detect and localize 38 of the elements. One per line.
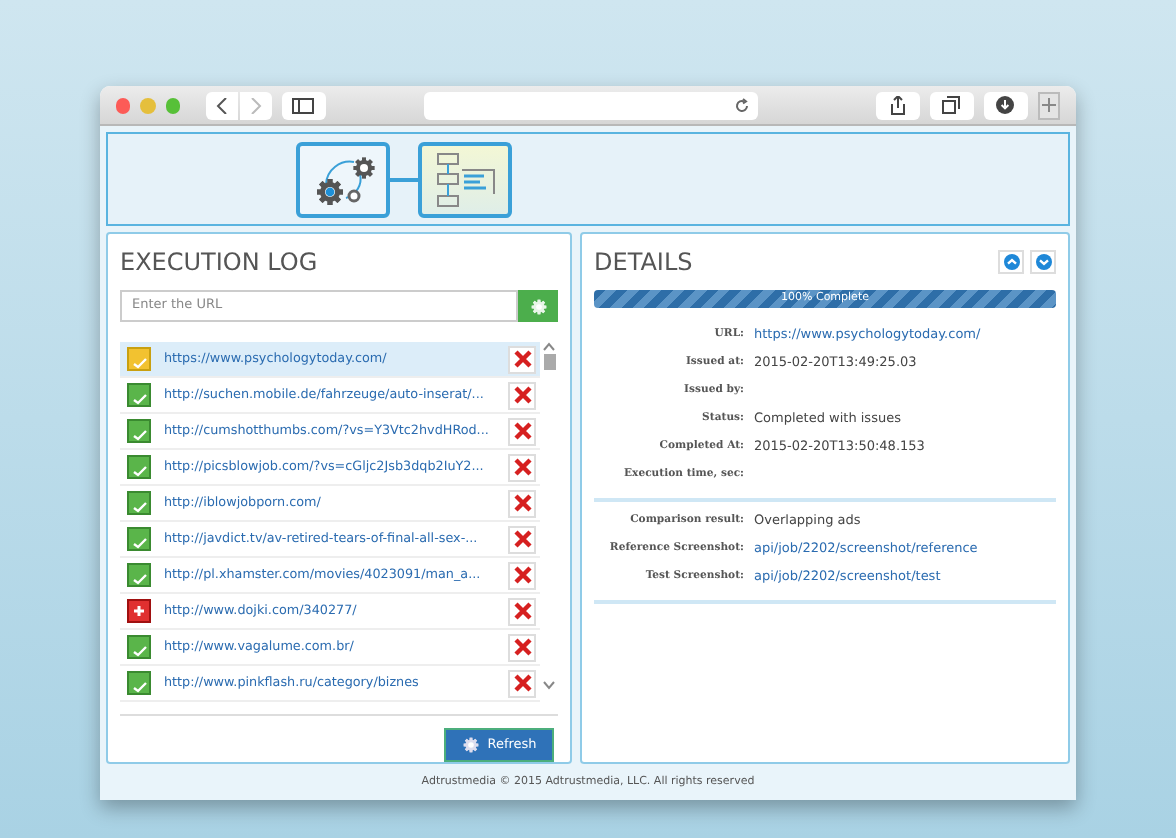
delete-button[interactable] xyxy=(508,669,536,697)
flowchart-step-button[interactable] xyxy=(418,141,512,217)
delete-button[interactable] xyxy=(508,489,536,517)
up-icon xyxy=(1003,254,1019,270)
down-icon xyxy=(1035,254,1051,270)
download-icon xyxy=(996,96,1015,114)
reload-icon[interactable] xyxy=(733,97,750,113)
delete-button[interactable] xyxy=(508,345,536,373)
share-icon xyxy=(889,95,906,115)
forward-icon xyxy=(249,97,262,113)
plus-icon xyxy=(1041,98,1056,112)
next-button[interactable] xyxy=(1030,250,1056,274)
gear-icon xyxy=(529,297,547,315)
share-button[interactable] xyxy=(875,91,920,119)
scroll-up-icon[interactable] xyxy=(542,342,556,352)
gears-step-button[interactable] xyxy=(296,141,390,217)
download-button[interactable] xyxy=(983,91,1028,119)
tabs-icon xyxy=(942,96,961,114)
delete-button[interactable] xyxy=(508,597,536,625)
delete-button[interactable] xyxy=(508,381,536,409)
scroll-down-icon[interactable] xyxy=(542,680,556,690)
add-url-button[interactable] xyxy=(518,290,558,322)
gear-icon xyxy=(461,736,480,754)
delete-button[interactable] xyxy=(508,453,536,481)
delete-button[interactable] xyxy=(508,561,536,589)
delete-button[interactable] xyxy=(508,633,536,661)
delete-button[interactable] xyxy=(508,525,536,553)
delete-button[interactable] xyxy=(508,417,536,445)
previous-button[interactable] xyxy=(998,250,1024,274)
panel-title: DETAILS xyxy=(594,246,693,278)
back-button[interactable] xyxy=(205,91,238,119)
sidebar-button[interactable] xyxy=(281,91,326,119)
back-icon xyxy=(215,97,228,113)
new-tab-button[interactable] xyxy=(1037,91,1060,119)
sidebar-icon xyxy=(292,97,315,113)
scrollbar-thumb[interactable] xyxy=(543,354,555,370)
tabs-button[interactable] xyxy=(929,91,974,119)
panel-title: EXECUTION LOG xyxy=(120,246,320,278)
